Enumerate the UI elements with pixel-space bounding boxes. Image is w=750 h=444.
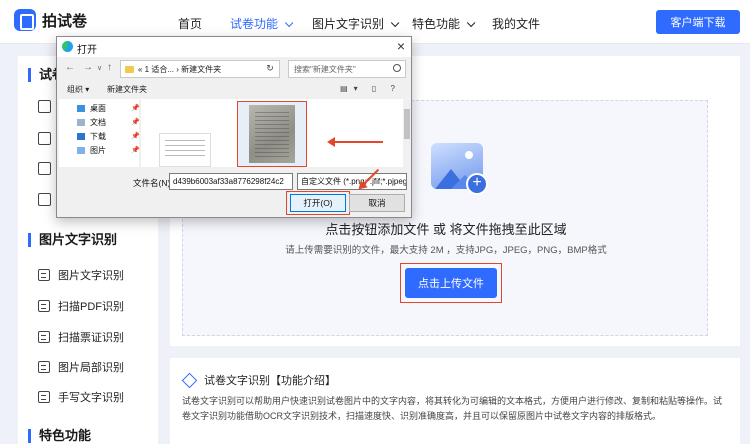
search-placeholder: 搜索"新建文件夹" [294, 64, 356, 74]
sidebar-section-image-ocr: 图片文字识别 [28, 233, 117, 247]
file-list [141, 99, 405, 167]
filename-label: 文件名(N): [133, 178, 173, 188]
nav-special[interactable]: 特色功能 [412, 15, 476, 32]
sidebar-exam-doc-icon[interactable] [38, 162, 51, 175]
search-icon [393, 64, 401, 72]
download-icon [77, 133, 85, 140]
drop-format-hint: 请上传需要识别的文件，最大支持 2M ，支持JPG，JPEG，PNG，BMP格式 [285, 245, 607, 256]
search-input[interactable]: 搜索"新建文件夹" [288, 60, 406, 78]
nav-my-files[interactable]: 我的文件 [492, 15, 540, 32]
pin-icon: 📌 [131, 105, 140, 112]
cancel-button[interactable]: 取消 [349, 194, 405, 212]
close-icon[interactable]: × [397, 38, 405, 54]
open-button[interactable]: 打开(O) [290, 194, 346, 212]
view-options-icon[interactable]: ▤▾ ▯ ? [340, 84, 401, 93]
logo-text: 拍试卷 [42, 12, 88, 30]
sidebar-item-label: 扫描票证识别 [58, 332, 124, 344]
sidebar-item-label: 图片局部识别 [58, 362, 124, 374]
plus-icon: + [466, 173, 488, 195]
exam-photo-thumbnail [249, 105, 295, 163]
chevron-down-icon [390, 18, 400, 28]
tree-item-label: 图片 [90, 146, 106, 155]
pin-icon: 📌 [131, 119, 140, 126]
sidebar-item-label: 图片文字识别 [58, 270, 124, 282]
sidebar-item-handwriting[interactable]: 手写文字识别 [38, 389, 124, 405]
new-folder-button[interactable]: 新建文件夹 [107, 84, 147, 95]
tree-item-desktop[interactable]: 桌面 [77, 103, 106, 114]
dialog-titlebar[interactable]: 打开 × [57, 37, 411, 57]
logo[interactable]: 拍试卷 [14, 9, 87, 31]
desktop-icon [77, 105, 85, 112]
tree-item-label: 文档 [90, 118, 106, 127]
sidebar-item-ticket-scan[interactable]: 扫描票证识别 [38, 329, 124, 345]
text-line [165, 155, 205, 156]
document-icon [77, 119, 85, 126]
tree-item-label: 下载 [90, 132, 106, 141]
refresh-icon[interactable]: ↻ [262, 61, 278, 75]
text-line [165, 150, 205, 151]
dialog-toolbar: ← → ∨ ↑ « 1 适合... › 新建文件夹 ↻ 搜索"新建文件夹" [57, 59, 411, 79]
intro-panel: 试卷文字识别【功能介绍】 试卷文字识别可以帮助用户快速识别试卷图片中的文字内容，… [170, 358, 740, 444]
file-list-scrollbar[interactable] [403, 99, 411, 167]
nav-image-ocr[interactable]: 图片文字识别 [312, 15, 400, 32]
nav-image-ocr-label: 图片文字识别 [312, 17, 385, 31]
pdf-scan-icon [38, 300, 50, 312]
ticket-scan-icon [38, 331, 50, 343]
image-scan-icon [38, 269, 50, 281]
sidebar-exam-erase-icon[interactable] [38, 132, 51, 145]
pin-icon: 📌 [131, 147, 140, 154]
sidebar-item-label: 手写文字识别 [58, 392, 124, 404]
intro-title: 试卷文字识别【功能介绍】 [204, 375, 336, 387]
sidebar-item-pdf-scan[interactable]: 扫描PDF识别 [38, 298, 124, 314]
cube-icon [181, 372, 198, 388]
nav-exam-features-label: 试卷功能 [230, 17, 279, 31]
sidebar-exam-handwrite-icon[interactable] [38, 193, 51, 206]
chevron-down-icon [466, 18, 476, 28]
chevron-down-icon [284, 18, 294, 28]
address-bar[interactable]: « 1 适合... › 新建文件夹 [120, 60, 280, 78]
browser-app-icon [62, 41, 73, 52]
sidebar-item-label: 扫描PDF识别 [58, 301, 124, 313]
logo-icon [14, 9, 36, 31]
sidebar-exam-ocr-icon[interactable] [38, 100, 51, 113]
address-path: « 1 适合... › 新建文件夹 [138, 64, 222, 74]
dialog-title: 打开 [77, 45, 97, 56]
sidebar-section-special: 特色功能 [28, 429, 91, 443]
nav-exam-features[interactable]: 试卷功能 [230, 15, 294, 32]
drop-instruction: 点击按钮添加文件 或 将文件拖拽至此区域 [325, 222, 567, 237]
intro-heading: 试卷文字识别【功能介绍】 [181, 372, 336, 388]
file-thumbnail[interactable] [159, 133, 211, 167]
dialog-command-bar: 组织 ▾ 新建文件夹 ▤▾ ▯ ? [57, 82, 411, 98]
upload-file-button[interactable]: 点击上传文件 [405, 268, 497, 298]
sidebar-item-image-ocr[interactable]: 图片文字识别 [38, 267, 124, 283]
nav-special-label: 特色功能 [412, 17, 461, 31]
file-open-dialog: 打开 × ← → ∨ ↑ « 1 适合... › 新建文件夹 ↻ 搜索"新建文件… [56, 36, 412, 218]
annotation-arrow [327, 137, 383, 147]
folder-icon [125, 65, 134, 73]
nav-home[interactable]: 首页 [178, 15, 202, 32]
pin-icon: 📌 [131, 133, 140, 140]
picture-icon [77, 147, 85, 154]
forward-arrow-icon[interactable]: → [83, 62, 93, 73]
tree-item-downloads[interactable]: 下载 [77, 131, 106, 142]
recent-chevron-icon[interactable]: ∨ [97, 64, 102, 72]
crop-scan-icon [38, 361, 50, 373]
intro-body: 试卷文字识别可以帮助用户快速识别试卷图片中的文字内容，将其转化为可编辑的文本格式… [182, 396, 723, 421]
handwriting-icon [38, 391, 50, 403]
filetype-select[interactable]: 自定义文件 (*.png;*.jfif;*.pjpeg [297, 173, 407, 190]
text-line [165, 145, 205, 146]
file-thumbnail-selected[interactable] [237, 101, 307, 167]
text-line [165, 140, 205, 141]
tree-item-pictures[interactable]: 图片 [77, 145, 106, 156]
tree-item-label: 桌面 [90, 104, 106, 113]
back-arrow-icon[interactable]: ← [65, 62, 75, 73]
sun-shape [465, 151, 473, 159]
organize-menu[interactable]: 组织 ▾ [67, 84, 89, 95]
sidebar-item-partial-ocr[interactable]: 图片局部识别 [38, 359, 124, 375]
nav-tree: 桌面 📌 文档 📌 下载 📌 图片 📌 [59, 99, 140, 167]
up-arrow-icon[interactable]: ↑ [107, 62, 112, 73]
tree-item-documents[interactable]: 文档 [77, 117, 106, 128]
filename-input[interactable]: d439b6003af33a8776298f24c2 [169, 173, 293, 190]
download-client-button[interactable]: 客户端下载 [656, 10, 740, 34]
